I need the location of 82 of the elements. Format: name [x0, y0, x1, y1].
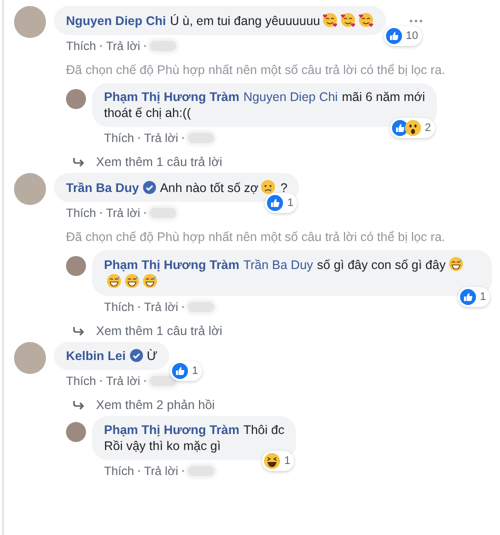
separator-dot — [138, 470, 140, 472]
action-link[interactable]: Trả lời — [106, 206, 140, 220]
action-link[interactable]: Thích — [104, 300, 134, 314]
sad-face-emoji-icon — [260, 179, 276, 195]
more-replies-link[interactable]: Xem thêm 2 phản hồi — [96, 398, 215, 412]
action-link[interactable]: Thích — [66, 39, 96, 53]
mention-link[interactable]: Trần Ba Duy — [243, 258, 314, 272]
comment-text: số gì đây con số gì đây — [317, 258, 446, 272]
comment-text: thoát ế chị ah:(( — [104, 106, 191, 120]
filter-notice: Đã chọn chế độ Phù hợp nhất nên một số câu trả lời có thể bị lọc ra. — [66, 230, 446, 244]
author-link[interactable]: Nguyen Diep Chi — [66, 14, 166, 28]
separator-dot — [100, 45, 102, 47]
action-link[interactable]: Thích — [66, 206, 96, 220]
avatar — [66, 256, 86, 276]
separator-dot — [138, 306, 140, 308]
more-replies-link[interactable]: Xem thêm 1 câu trả lời — [96, 155, 222, 169]
separator-dot — [182, 306, 184, 308]
author-link[interactable]: Phạm Thị Hương Tràm — [104, 258, 240, 272]
like-icon — [172, 363, 188, 379]
grinning-face-emoji-icon — [106, 273, 122, 289]
filter-notice: Đã chọn chế độ Phù hợp nhất nên một số câu trả lời có thể bị lọc ra. — [66, 63, 446, 77]
action-link[interactable]: Thích — [104, 464, 134, 478]
separator-dot — [138, 137, 140, 139]
avatar — [14, 173, 46, 205]
comment-text: Ú ù, em tui đang yêuuuuuu — [170, 14, 320, 28]
action-link[interactable]: Trả lời — [144, 300, 178, 314]
like-icon — [386, 28, 402, 44]
separator-dot — [100, 380, 102, 382]
reply-arrow-icon — [72, 326, 86, 336]
separator-dot — [182, 470, 184, 472]
blurred-timestamp — [150, 376, 176, 386]
reaction-count[interactable]: 1 — [262, 451, 294, 471]
separator-dot — [182, 137, 184, 139]
grinning-face-emoji-icon — [142, 273, 158, 289]
reply-arrow-icon — [72, 157, 86, 167]
reply-arrow-icon — [72, 400, 86, 410]
comment-text: Anh nào tốt số zợ — [160, 181, 258, 195]
action-link[interactable]: Thích — [66, 374, 96, 388]
action-link[interactable]: Trả lời — [106, 39, 140, 53]
reaction-count[interactable]: 2 — [390, 118, 436, 138]
comment-text: Rồi vậy thì ko mặc gì — [104, 439, 221, 453]
grinning-face-emoji-icon — [448, 256, 464, 272]
comment-text: Thôi đc — [243, 423, 284, 437]
blurred-timestamp — [188, 466, 214, 476]
reaction-count[interactable]: 10 — [384, 26, 422, 46]
avatar — [14, 6, 46, 38]
comment-text: Ừ — [146, 349, 158, 363]
author-link[interactable]: Phạm Thị Hương Tràm — [104, 423, 240, 437]
blurred-timestamp — [188, 302, 214, 312]
comment-text: ? — [280, 181, 288, 195]
action-link[interactable]: Trả lời — [144, 131, 178, 145]
author-link[interactable]: Phạm Thị Hương Tràm — [104, 90, 240, 104]
more-replies-link[interactable]: Xem thêm 1 câu trả lời — [96, 324, 222, 338]
separator-dot — [144, 380, 146, 382]
avatar — [66, 89, 86, 109]
blurred-timestamp — [188, 133, 214, 143]
comment-text: mãi 6 năm mới — [342, 90, 426, 104]
action-link[interactable]: Thích — [104, 131, 134, 145]
action-link[interactable]: Trả lời — [106, 374, 140, 388]
reaction-count[interactable]: 1 — [265, 193, 298, 213]
mention-link[interactable]: Nguyen Diep Chi — [243, 90, 338, 104]
smiling-hearts-emoji-icon — [322, 12, 338, 28]
separator-dot — [144, 212, 146, 214]
avatar — [14, 342, 46, 374]
smiling-hearts-emoji-icon — [340, 12, 356, 28]
action-link[interactable]: Trả lời — [144, 464, 178, 478]
laughing-face-icon — [264, 453, 280, 469]
author-link[interactable]: Trần Ba Duy — [66, 181, 139, 195]
grinning-face-emoji-icon — [124, 273, 140, 289]
like-icon — [460, 289, 476, 305]
like-icon — [392, 120, 408, 136]
author-link[interactable]: Kelbin Lei — [66, 349, 126, 363]
surprised-face-icon — [404, 120, 421, 136]
blurred-timestamp — [150, 41, 176, 51]
blurred-timestamp — [150, 208, 176, 218]
reaction-count[interactable]: 1 — [458, 287, 490, 307]
separator-dot — [100, 212, 102, 214]
separator-dot — [144, 45, 146, 47]
like-icon — [267, 195, 284, 211]
reaction-count[interactable]: 1 — [170, 361, 202, 381]
avatar — [66, 422, 86, 442]
smiling-hearts-emoji-icon — [358, 12, 374, 28]
